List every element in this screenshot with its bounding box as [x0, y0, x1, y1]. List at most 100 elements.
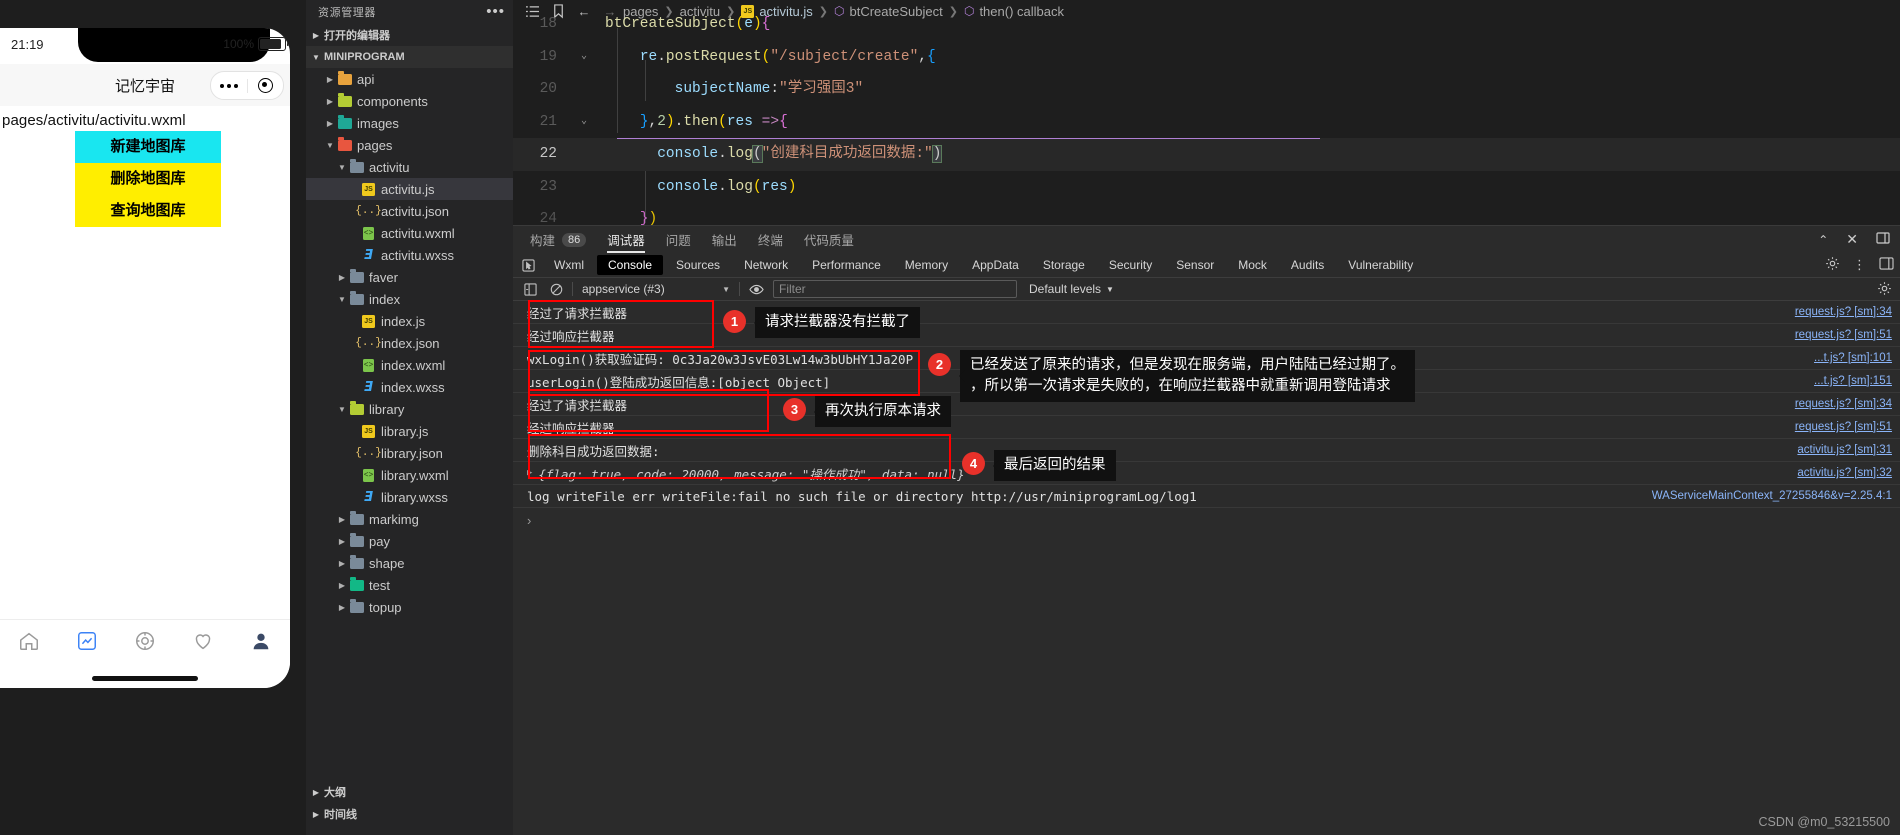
devtools-tab-console[interactable]: Console — [597, 255, 664, 275]
devtools-tab-sources[interactable]: Sources — [665, 255, 731, 275]
tree-file-library-wxss[interactable]: Ǝlibrary.wxss — [306, 486, 513, 508]
console-message[interactable]: 经过响应拦截器 request.js? [sm]:51 — [513, 324, 1900, 347]
tree-folder-pay[interactable]: ▶ pay — [306, 530, 513, 552]
layout-icon[interactable] — [1876, 232, 1890, 247]
tab-problems[interactable]: 问题 — [666, 226, 691, 253]
console-message[interactable]: 删除科目成功返回数据: activitu.js? [sm]:31 — [513, 439, 1900, 462]
devtools-tab-mock[interactable]: Mock — [1227, 255, 1278, 275]
console-message[interactable]: 经过了请求拦截器 request.js? [sm]:34 — [513, 301, 1900, 324]
devtools-tab-sensor[interactable]: Sensor — [1165, 255, 1225, 275]
tree-folder-library[interactable]: ▼ library — [306, 398, 513, 420]
tree-file-index-wxss[interactable]: Ǝindex.wxss — [306, 376, 513, 398]
console-settings-icon[interactable] — [1877, 281, 1892, 299]
clear-console-icon[interactable] — [543, 283, 569, 296]
tree-folder-test[interactable]: ▶ test — [306, 574, 513, 596]
close-miniprogram-icon[interactable] — [248, 78, 284, 93]
console-message-source-link[interactable]: request.js? [sm]:34 — [1795, 398, 1892, 410]
tab-terminal[interactable]: 终端 — [758, 226, 783, 253]
tree-file-index-js[interactable]: JS index.js — [306, 310, 513, 332]
create-map-library-button[interactable]: 新建地图库 — [75, 131, 221, 163]
tree-folder-index[interactable]: ▼ index — [306, 288, 513, 310]
delete-map-library-button[interactable]: 删除地图库 — [75, 163, 221, 195]
open-editors-section[interactable]: ▶ 打开的编辑器 — [306, 24, 513, 46]
console-message-list[interactable]: 经过了请求拦截器 request.js? [sm]:34 经过响应拦截器 reques… — [513, 301, 1900, 508]
tab-output[interactable]: 输出 — [712, 226, 737, 253]
console-message[interactable]: 经过响应拦截器 request.js? [sm]:51 — [513, 416, 1900, 439]
wechat-capsule-button[interactable] — [210, 71, 284, 100]
fold-chevron-icon[interactable]: ⌄ — [575, 106, 593, 139]
more-menu-icon[interactable] — [211, 83, 247, 88]
tab-label: 输出 — [711, 234, 737, 248]
console-message[interactable]: log writeFile err writeFile:fail no such… — [513, 485, 1900, 508]
console-message-source-link[interactable]: WAServiceMainContext_27255846&v=2.25.4:1 — [1652, 490, 1892, 502]
devtools-tab-performance[interactable]: Performance — [801, 255, 892, 275]
timeline-section[interactable]: ▶ 时间线 — [306, 803, 513, 825]
devtools-tab-wxml[interactable]: Wxml — [543, 255, 595, 275]
devtools-tab-appdata[interactable]: AppData — [961, 255, 1030, 275]
tree-folder-activitu[interactable]: ▼ activitu — [306, 156, 513, 178]
query-map-library-button[interactable]: 查询地图库 — [75, 195, 221, 227]
console-input-prompt[interactable]: › — [513, 508, 1900, 532]
project-section[interactable]: ▼ MINIPROGRAM — [306, 46, 513, 68]
tree-folder-faver[interactable]: ▶ faver — [306, 266, 513, 288]
ellipsis-icon[interactable]: ••• — [486, 4, 505, 19]
tree-folder-markimg[interactable]: ▶ markimg — [306, 508, 513, 530]
tree-file-activitu-wxml[interactable]: <> activitu.wxml — [306, 222, 513, 244]
chevron-up-icon[interactable]: ⌃ — [1818, 233, 1828, 247]
console-message-source-link[interactable]: activitu.js? [sm]:32 — [1797, 467, 1892, 479]
more-vertical-icon[interactable]: ⋮ — [1853, 258, 1866, 271]
inspect-element-icon[interactable] — [513, 258, 543, 272]
tab-compass[interactable] — [116, 620, 174, 652]
devtools-tab-network[interactable]: Network — [733, 255, 799, 275]
tree-folder-pages[interactable]: ▼ pages — [306, 134, 513, 156]
console-message-source-link[interactable]: request.js? [sm]:51 — [1795, 329, 1892, 341]
tab-stats[interactable] — [58, 620, 116, 652]
settings-gear-icon[interactable] — [1825, 256, 1840, 274]
console-message-source-link[interactable]: ...t.js? [sm]:101 — [1814, 352, 1892, 364]
console-sidebar-toggle-icon[interactable] — [517, 282, 543, 296]
console-message[interactable]: ▶ {flag: true, code: 20000, message: "操作成… — [513, 462, 1900, 485]
tree-folder-topup[interactable]: ▶ topup — [306, 596, 513, 618]
tree-folder-api[interactable]: ▶ api — [306, 68, 513, 90]
tree-file-activitu-wxss[interactable]: Ǝactivitu.wxss — [306, 244, 513, 266]
tab-home[interactable] — [0, 620, 58, 652]
line-text: console.log(res) — [657, 178, 797, 195]
console-message-source-link[interactable]: request.js? [sm]:51 — [1795, 421, 1892, 433]
eye-icon[interactable] — [743, 283, 769, 296]
tree-file-activitu-js[interactable]: JS activitu.js — [306, 178, 513, 200]
tree-file-index-json[interactable]: {..} index.json — [306, 332, 513, 354]
fold-chevron-icon[interactable]: ⌄ — [575, 41, 593, 74]
dock-icon[interactable] — [1879, 257, 1894, 273]
console-filter-input[interactable]: Filter — [773, 280, 1017, 298]
devtools-tab-security[interactable]: Security — [1098, 255, 1163, 275]
console-context-selector[interactable]: appservice (#3) ▼ — [576, 282, 736, 296]
devtools-tab-vulnerability[interactable]: Vulnerability — [1337, 255, 1424, 275]
console-message-source-link[interactable]: activitu.js? [sm]:31 — [1797, 444, 1892, 456]
devtools-tab-storage[interactable]: Storage — [1032, 255, 1096, 275]
tree-file-library-json[interactable]: {..} library.json — [306, 442, 513, 464]
tree-file-library-js[interactable]: JS library.js — [306, 420, 513, 442]
console-message-source-link[interactable]: ...t.js? [sm]:151 — [1814, 375, 1892, 387]
prompt-symbol: › — [527, 512, 532, 528]
tab-favorites[interactable] — [174, 620, 232, 652]
outline-section[interactable]: ▶ 大纲 — [306, 781, 513, 803]
tree-folder-components[interactable]: ▶ components — [306, 90, 513, 112]
tree-folder-images[interactable]: ▶ images — [306, 112, 513, 134]
code-area[interactable]: 18 btCreateSubject(e){ 19 ⌄ re.postReque… — [513, 8, 1900, 236]
tab-build[interactable]: 构建 86 — [530, 226, 587, 253]
tab-code-quality[interactable]: 代码质量 — [804, 226, 854, 253]
console-message-source-link[interactable]: request.js? [sm]:34 — [1795, 306, 1892, 318]
tree-file-activitu-json[interactable]: {..} activitu.json — [306, 200, 513, 222]
devtools-tab-memory[interactable]: Memory — [894, 255, 959, 275]
tree-folder-shape[interactable]: ▶ shape — [306, 552, 513, 574]
tree-file-library-wxml[interactable]: <> library.wxml — [306, 464, 513, 486]
tab-profile[interactable] — [232, 620, 290, 652]
tree-file-index-wxml[interactable]: <> index.wxml — [306, 354, 513, 376]
console-log-levels-dropdown[interactable]: Default levels ▼ — [1029, 282, 1114, 296]
tab-debugger[interactable]: 调试器 — [607, 226, 645, 253]
annotation-number-1: 1 — [723, 310, 746, 333]
expand-arrow-icon[interactable]: ▶ — [527, 468, 532, 478]
devtools-tab-audits[interactable]: Audits — [1280, 255, 1335, 275]
close-icon[interactable]: ✕ — [1846, 231, 1858, 248]
folder-icon — [348, 576, 365, 591]
